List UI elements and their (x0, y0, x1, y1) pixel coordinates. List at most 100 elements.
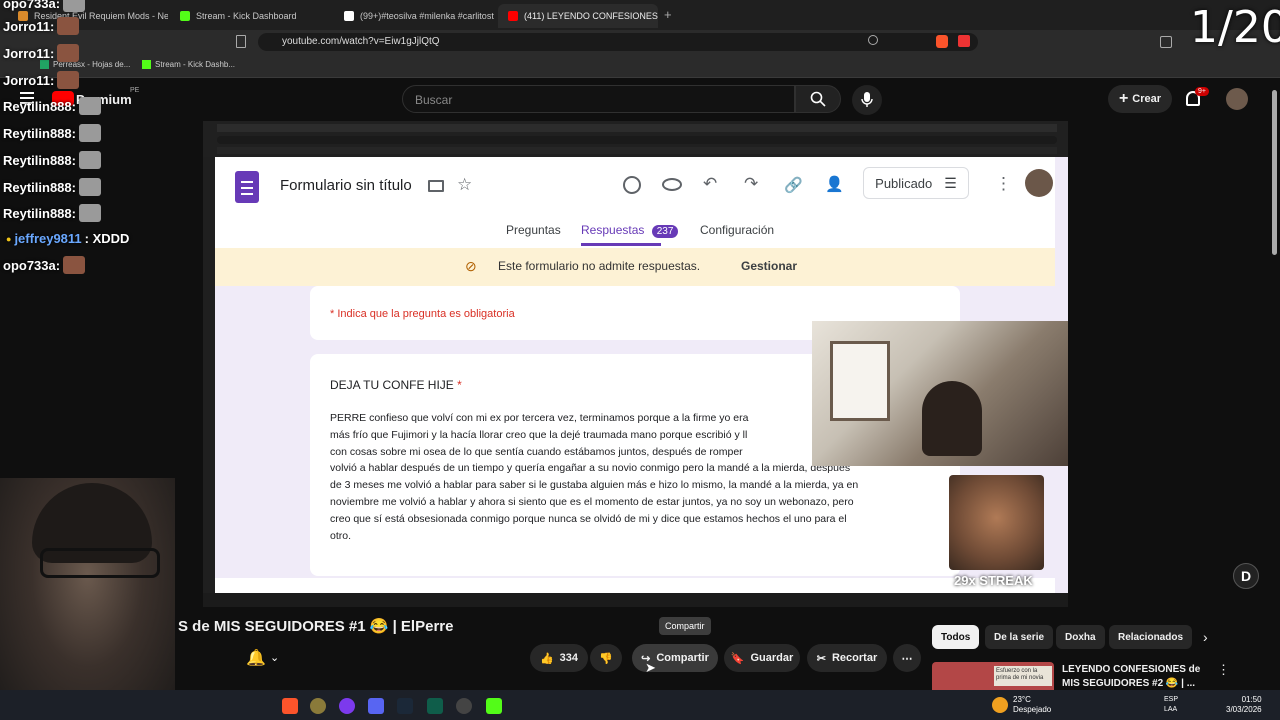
browser-tab[interactable]: (99+)#teosilva #milenka #carlitostv # (334, 4, 494, 28)
chip-series[interactable]: De la serie (985, 625, 1054, 649)
page-scrollbar[interactable] (1272, 90, 1277, 255)
brave-taskbar-icon[interactable] (282, 698, 298, 714)
chat-message: Reytilin888: (3, 204, 101, 222)
share-tooltip: Compartir (659, 617, 711, 635)
star-icon[interactable]: ☆ (457, 175, 472, 195)
chat-message: ● jeffrey9811: XDDD (6, 231, 130, 246)
thumbs-down-icon: 👎 (599, 652, 613, 665)
emote-icon (78, 124, 101, 142)
emote-icon (63, 256, 86, 274)
bookmark-icon[interactable] (236, 35, 246, 48)
browser-tab[interactable]: Stream - Kick Dashboard (170, 4, 330, 28)
weather-widget[interactable]: 23°C Despejado (1013, 695, 1051, 715)
account-avatar[interactable] (1025, 169, 1053, 197)
chat-message: opo733a: (3, 0, 86, 12)
more-vert-icon[interactable]: ⋮ (1217, 662, 1230, 678)
create-button[interactable]: + Crear (1108, 85, 1172, 113)
tab-settings[interactable]: Configuración (700, 223, 774, 237)
emote-icon (78, 97, 101, 115)
folder-icon[interactable] (428, 180, 444, 192)
chevron-down-icon[interactable]: ⌄ (270, 651, 279, 664)
region-code: PE (130, 87, 140, 94)
sidebar-toggle-icon[interactable] (1160, 36, 1172, 48)
tiktok-favicon-icon (344, 11, 354, 21)
address-bar-row: youtube.com/watch?v=Eiw1gJjlQtQ (0, 30, 1280, 54)
windows-taskbar (0, 690, 1280, 720)
emote-icon (57, 44, 80, 62)
banner-text: Este formulario no admite respuestas. (498, 259, 701, 273)
avatar[interactable] (1226, 88, 1248, 110)
browser-tab-active[interactable]: (411) LEYENDO CONFESIONES ✕ (498, 4, 658, 28)
person-image (922, 381, 982, 456)
kick-favicon-icon (180, 11, 190, 21)
dislike-button[interactable]: 👎 (590, 644, 622, 672)
youtube-header: Premium PE Buscar + Crear 9+ (0, 79, 1280, 121)
scissors-icon: ✂ (816, 652, 826, 665)
app-taskbar-icon[interactable] (310, 698, 326, 714)
youtube-favicon-icon (508, 11, 518, 21)
bookmarks-bar: Perreasx - Hojas de... Stream - Kick Das… (0, 54, 1280, 78)
notification-bell-icon[interactable]: 🔔 (246, 648, 266, 668)
steam-taskbar-icon[interactable] (397, 698, 413, 714)
tab-responses[interactable]: Respuestas 237 (581, 223, 679, 238)
brave-rewards-icon[interactable] (958, 35, 970, 47)
settings-sliders-icon: ☰ (944, 174, 957, 191)
add-collaborator-icon[interactable]: 👤 (825, 175, 844, 193)
like-button[interactable]: 👍 334 (530, 644, 588, 672)
redo-icon[interactable]: ↷ (744, 174, 758, 194)
bookmark-item[interactable]: Stream - Kick Dashb... (142, 60, 235, 69)
clip-button[interactable]: ✂ Recortar (807, 644, 887, 672)
chip-related[interactable]: Relacionados (1109, 625, 1193, 649)
more-actions-button[interactable]: ⋯ (893, 644, 921, 672)
forms-header: Formulario sin título ☆ ↶ ↷ 🔗 👤 Publicad… (215, 157, 1055, 247)
search-icon (810, 91, 826, 107)
discord-taskbar-icon[interactable] (368, 698, 384, 714)
more-vert-icon[interactable]: ⋮ (995, 174, 1012, 194)
link-icon[interactable]: 🔗 (784, 176, 803, 194)
shared-taskbar (203, 593, 1068, 607)
tab-questions[interactable]: Preguntas (506, 223, 561, 237)
app-taskbar-icon[interactable] (427, 698, 443, 714)
brave-shield-icon[interactable] (936, 35, 948, 48)
chat-message: opo733a: (3, 256, 86, 274)
streak-label: 29x STREAK (954, 573, 1033, 588)
shared-sidebar (203, 157, 215, 593)
recommended-title[interactable]: LEYENDO CONFESIONES de MIS SEGUIDORES #2… (1062, 663, 1200, 691)
preview-eye-icon[interactable] (662, 178, 682, 191)
form-title[interactable]: Formulario sin título (280, 177, 412, 194)
palette-icon[interactable] (623, 176, 641, 194)
question-title: DEJA TU CONFE HIJE * (330, 378, 462, 392)
recommended-thumbnail[interactable]: Esfuerzo con la prima de mi novia (932, 662, 1054, 690)
app-taskbar-icon[interactable] (339, 698, 355, 714)
emote-icon (57, 71, 80, 89)
kick-taskbar-icon[interactable] (486, 698, 502, 714)
zoom-icon[interactable] (868, 35, 878, 45)
window-image (830, 341, 890, 421)
chat-message: Reytilin888: (3, 97, 101, 115)
search-input[interactable]: Buscar (402, 85, 795, 113)
extension-d-icon[interactable]: D (1233, 563, 1259, 589)
confession-counter: 1/20 (1190, 2, 1280, 53)
published-button[interactable]: Publicado ☰ (863, 167, 969, 199)
badge-icon: ● (6, 233, 12, 244)
shared-browser-chrome (203, 121, 1068, 157)
chat-message: Reytilin888: (3, 178, 101, 196)
undo-icon[interactable]: ↶ (703, 174, 717, 194)
emote-icon (78, 178, 101, 196)
thumbs-up-icon: 👍 (539, 652, 554, 665)
search-button[interactable] (795, 85, 841, 113)
voice-search-button[interactable] (852, 85, 882, 115)
emote-icon (78, 151, 101, 169)
clock[interactable]: 01:50 3/03/2026 (1226, 695, 1262, 715)
language-indicator[interactable]: ESP LAA (1164, 695, 1178, 715)
obs-taskbar-icon[interactable] (456, 698, 472, 714)
chip-doxha[interactable]: Doxha (1056, 625, 1105, 649)
chip-all[interactable]: Todos (932, 625, 980, 649)
manage-link[interactable]: Gestionar (741, 259, 797, 273)
save-button[interactable]: 🔖 Guardar (724, 644, 800, 672)
glasses-image (40, 548, 160, 578)
emote-icon (57, 17, 80, 35)
guest-webcam-overlay (812, 321, 1068, 466)
chevron-right-icon[interactable]: › (1203, 629, 1208, 645)
new-tab-icon[interactable]: + (664, 7, 672, 22)
